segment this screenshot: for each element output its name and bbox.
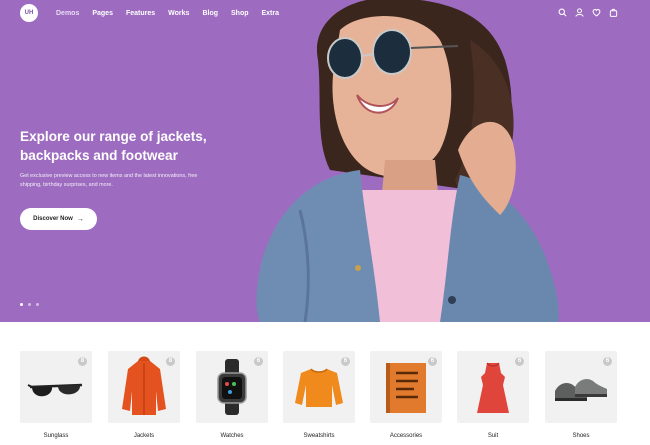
category-tile[interactable]: 8 [108,351,180,423]
user-icon[interactable] [575,8,584,17]
category-count-badge: 8 [78,357,87,366]
top-navigation: UH Demos Pages Features Works Blog Shop … [0,0,650,30]
category-count-badge: 6 [341,357,350,366]
category-tile[interactable]: 6 [283,351,355,423]
category-tile[interactable]: 6 [196,351,268,423]
site-logo[interactable]: UH [20,4,38,22]
category-card-watches[interactable]: 6 Watches [196,351,268,439]
category-label: Watches [220,433,244,439]
category-card-shoes[interactable]: 6 Shoes [545,351,617,439]
bag-icon[interactable] [609,8,618,17]
category-card-sweatshirts[interactable]: 6 Sweatshirts [283,351,355,439]
category-label: Jackets [133,433,155,439]
category-card-accessories[interactable]: 6 Accessories [370,351,442,439]
menu-item-blog[interactable]: Blog [202,9,218,18]
category-card-suit[interactable]: 6 Suit [457,351,529,439]
heart-icon[interactable] [592,8,601,17]
category-tile[interactable]: 8 [20,351,92,423]
category-card-jackets[interactable]: 8 Jackets [108,351,180,439]
slide-dot-2[interactable] [28,303,31,306]
header-actions [558,8,618,17]
category-label: Suit [487,433,499,439]
category-count-badge: 6 [254,357,263,366]
category-label: Accessories [389,433,423,439]
menu-item-demos[interactable]: Demos [56,9,79,18]
main-menu: Demos Pages Features Works Blog Shop Ext… [56,9,292,18]
slider-pagination [20,303,39,306]
menu-item-shop[interactable]: Shop [231,9,249,18]
category-count-badge: 6 [428,357,437,366]
category-label: Shoes [572,433,590,439]
menu-item-works[interactable]: Works [168,9,189,18]
category-card-sunglass[interactable]: 8 Sunglass [20,351,92,439]
slide-dot-3[interactable] [36,303,39,306]
hero-subtitle: Get exclusive preview access to new item… [20,173,198,188]
category-tile[interactable]: 6 [370,351,442,423]
discover-now-label: Discover Now [33,216,73,222]
menu-item-features[interactable]: Features [126,9,155,18]
category-label: Sunglass [43,433,69,439]
category-count-badge: 6 [603,357,612,366]
menu-item-pages[interactable]: Pages [92,9,113,18]
category-count-badge: 8 [166,357,175,366]
category-label: Sweatshirts [303,433,335,439]
category-count-badge: 6 [515,357,524,366]
search-icon[interactable] [558,8,567,17]
category-tile[interactable]: 6 [545,351,617,423]
category-tile[interactable]: 6 [457,351,529,423]
discover-now-button[interactable]: Discover Now → [20,208,97,230]
category-list: 8 Sunglass 8 Jackets 6 Watches 6 Sweatsh… [0,322,650,445]
hero-banner: UH Demos Pages Features Works Blog Shop … [0,0,650,322]
hero-title: Explore our range of jackets, backpacks … [20,129,207,163]
slide-dot-1[interactable] [20,303,23,306]
menu-item-extra[interactable]: Extra [262,9,280,18]
arrow-right-icon: → [76,215,84,223]
